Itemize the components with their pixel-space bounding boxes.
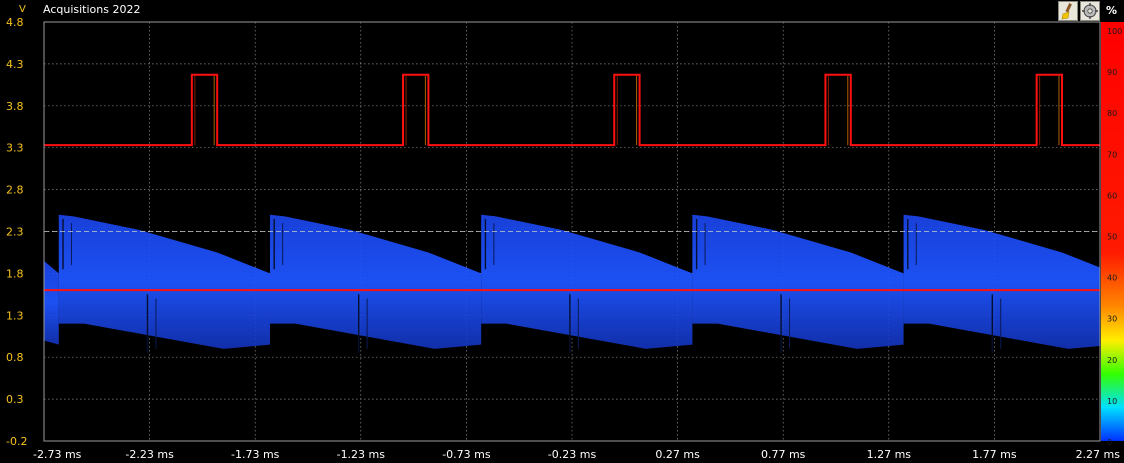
x-tick-label: -2.23 ms (125, 448, 174, 461)
x-tick-label: 1.77 ms (972, 448, 1017, 461)
x-tick-label: -0.73 ms (442, 448, 491, 461)
x-tick-label: 2.27 ms (1076, 448, 1121, 461)
y-tick-label: 4.8 (6, 16, 24, 29)
y-tick-label: -0.2 (6, 435, 27, 448)
y-tick-label: 1.3 (6, 309, 24, 322)
y-tick-label: 2.3 (6, 226, 24, 239)
y-axis: 4.8 4.3 3.8 3.3 2.8 2.3 1.8 1.3 0.8 0.3 -0.2 (6, 16, 27, 448)
color-scale: 1009080706050403020100 (1101, 22, 1124, 447)
persistence-band (903, 214, 1100, 349)
y-tick-label: 3.3 (6, 142, 24, 155)
analog-persistence (44, 214, 1100, 354)
chart-window: V Acquisitions 2022 % 4.8 4.3 3.8 3.3 2.… (0, 0, 1124, 463)
x-tick-label: 0.27 ms (655, 448, 700, 461)
persistence-band (269, 214, 482, 349)
x-tick-label: 1.27 ms (867, 448, 912, 461)
x-tick-label: -1.73 ms (231, 448, 280, 461)
y-tick-label: 3.8 (6, 100, 24, 113)
plot-area: 4.8 4.3 3.8 3.3 2.8 2.3 1.8 1.3 0.8 0.3 -0.2 -2.73… (6, 16, 1124, 461)
persistence-band (481, 214, 693, 349)
persistence-band (58, 214, 270, 349)
x-axis: -2.73 ms -2.23 ms -1.73 ms -1.23 ms -0.73 ms… (33, 448, 1120, 461)
y-tick-label: 4.3 (6, 58, 24, 71)
y-tick-label: 0.3 (6, 393, 24, 406)
persistence-band (692, 214, 904, 349)
x-tick-label: -0.23 ms (548, 448, 597, 461)
x-tick-label: -1.23 ms (337, 448, 386, 461)
x-tick-label: -2.73 ms (33, 448, 82, 461)
y-tick-label: 0.8 (6, 351, 24, 364)
persistence-band (44, 260, 59, 345)
y-tick-label: 1.8 (6, 267, 24, 280)
y-tick-label: 2.8 (6, 184, 24, 197)
x-tick-label: 0.77 ms (761, 448, 806, 461)
